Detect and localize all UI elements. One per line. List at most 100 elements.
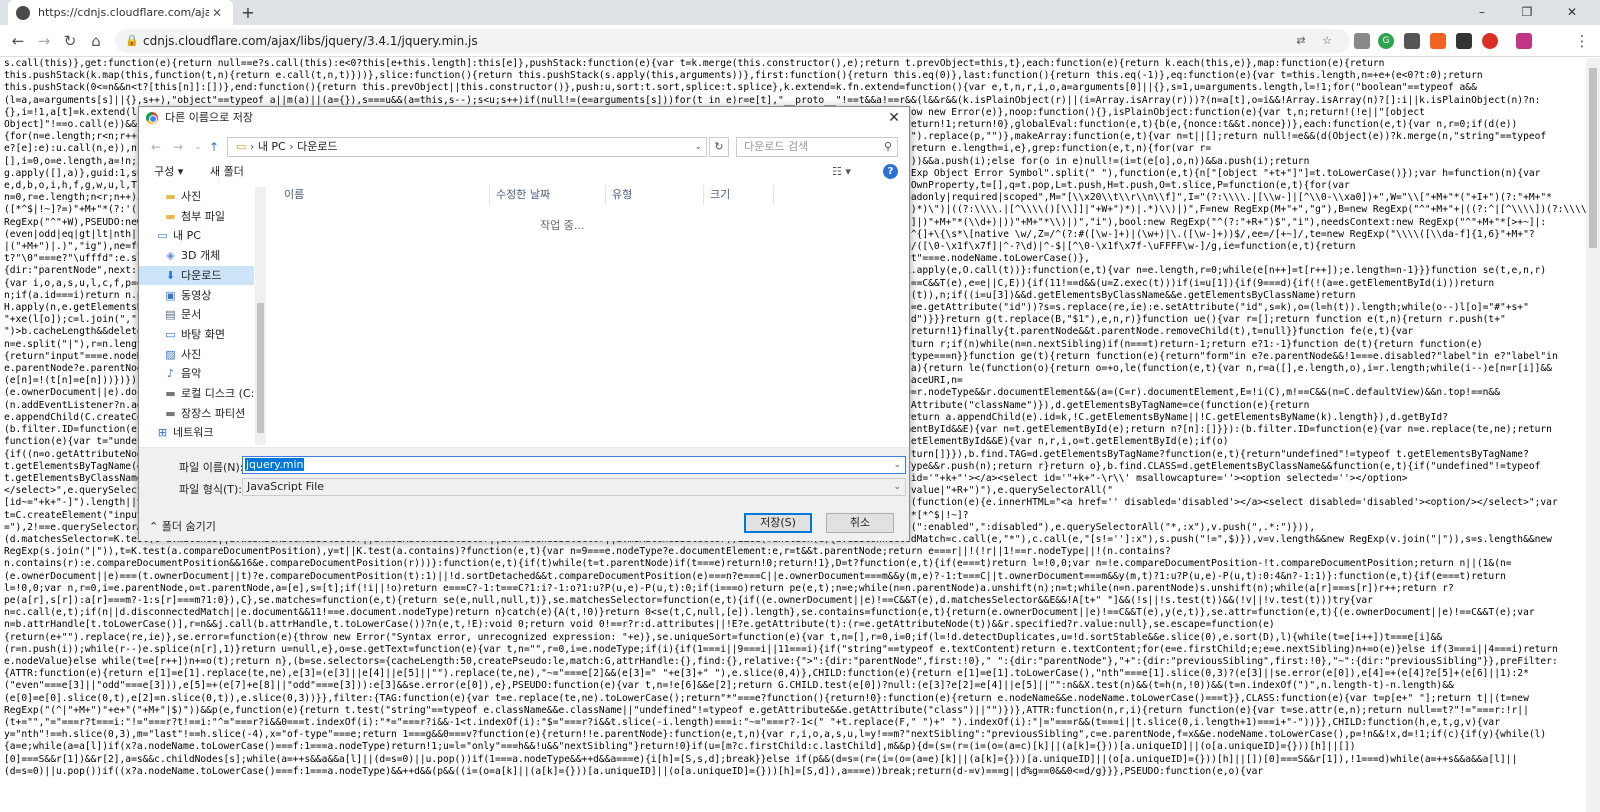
nav-item[interactable]: ▨ 사진 [139,345,254,364]
filetype-label: 파일 형식(T): [179,483,242,496]
restore-button[interactable]: ❐ [1505,0,1549,25]
refresh-icon[interactable]: ↻ [709,137,729,157]
pictures-icon: ▨ [165,347,176,361]
nav-item[interactable]: ♪ 음악 [139,364,254,383]
code-line: (e[0]=e[0].slice(0,t),e[2]=n.slice(0,t))… [4,692,1529,704]
help-icon[interactable]: ? [883,164,898,179]
back-icon[interactable]: ← [147,138,165,156]
breadcrumb-pc[interactable]: 내 PC [258,140,286,153]
navigation-scrollbar[interactable] [255,187,266,445]
chrome-icon [146,112,158,124]
navigation-pane: ▬ 사진 ▬ 첨부 파일 ▭ 내 PC ◈ 3D 개체 ⬇ 다운로드 ▣ 동영상 ▤ 문서 ▭ 바탕 화면 ▨ 사… [139,185,267,447]
grammarly-icon[interactable]: G [1378,33,1394,49]
code-line: this.pushStack(k.map(this,function(t,n){… [4,70,1483,82]
view-options-icon[interactable]: ☷ ▾ [832,164,851,180]
code-line: e.nodeValue}else while(t=e[r++])n+=o(t);… [4,655,1558,667]
extension-icon[interactable] [1516,33,1532,49]
forward-icon[interactable]: → [169,138,187,156]
chevron-down-icon[interactable]: ⌄ [893,479,901,495]
code-line: y="nth"!==h.slice(0,3),m="last"!==h.slic… [4,729,1547,741]
filename-value: jquery.min [245,458,305,471]
cancel-button[interactable]: 취소 [826,513,894,533]
save-as-dialog: 다른 이름으로 저장 ✕ ← → ⌄ ↑ ▭ › 내 PC › 다운로드 ⌄ ↻… [138,106,910,541]
nav-item[interactable]: ▬ 사진 [139,187,254,206]
tab-strip: https://cdnjs.cloudflare.com/ajax ✕ + – … [0,0,1600,25]
nav-item-label: 음악 [181,367,202,381]
nav-item[interactable]: ▭ 바탕 화면 [139,325,254,344]
extension-icon[interactable] [1354,33,1370,49]
nav-item[interactable]: ▬ 로컬 디스크 (C:) [139,384,254,403]
column-header-date[interactable]: 수정한 날짜 [490,185,606,205]
up-folder-icon[interactable]: ↑ [205,138,223,156]
code-line: (e.ownerDocument||e)===(t.ownerDocument|… [4,570,1506,582]
extension-icon[interactable] [1430,33,1446,49]
video-icon: ▣ [165,288,176,302]
dialog-title-bar: 다른 이름으로 저장 ✕ [139,107,909,129]
scrollbar-thumb[interactable] [257,303,264,433]
column-header-type[interactable]: 유형 [606,185,704,205]
search-icon: ⚲ [883,140,892,153]
nav-item-label: 로컬 디스크 (C:) [181,387,254,400]
code-line: {a=e;while(a=a[l])if(x?a.nodeName.toLowe… [4,741,1356,753]
column-header-name[interactable]: 이름 [278,185,490,205]
path-breadcrumb[interactable]: ▭ › 내 PC › 다운로드 ⌄ [227,137,707,157]
nav-item[interactable]: ⊞ 네트워크 [139,423,254,442]
nav-item-label: 사진 [181,190,202,203]
new-tab-button[interactable]: + [239,4,257,22]
extension-icon[interactable] [1456,33,1472,49]
network-icon: ⊞ [157,426,168,440]
reload-icon[interactable]: ↻ [60,31,80,51]
scrollbar-thumb[interactable] [1589,68,1597,248]
drive-icon: ▬ [165,387,176,400]
translate-icon[interactable]: ⇄ [1292,32,1310,50]
nav-item-label: 첨부 파일 [181,209,225,223]
dialog-address-bar: ← → ⌄ ↑ ▭ › 내 PC › 다운로드 ⌄ ↻ 다운로드 검색 ⚲ [139,135,909,159]
pc-icon: ▭ [157,229,168,243]
page-scrollbar[interactable] [1586,58,1600,812]
filename-field[interactable]: jquery.min ⌄ [242,456,906,474]
column-header-size[interactable]: 크기 [704,185,774,205]
extension-icon[interactable] [1482,33,1498,49]
nav-item[interactable]: ▭ 내 PC [139,226,254,245]
hide-folders-toggle[interactable]: ⌃ 폴더 숨기기 [149,518,216,534]
lock-icon: 🔒 [125,34,139,47]
filename-label: 파일 이름(N): [179,461,244,474]
minimize-button[interactable]: – [1460,0,1504,25]
nav-item[interactable]: ▣ 동영상 [139,286,254,305]
search-input[interactable]: 다운로드 검색 ⚲ [736,137,898,157]
bookmark-star-icon[interactable]: ☆ [1318,32,1336,50]
nav-item[interactable]: ▬ 첨부 파일 [139,207,254,226]
url-text: cdnjs.cloudflare.com/ajax/libs/jquery/3.… [143,34,478,48]
extension-icon[interactable] [1404,33,1420,49]
breadcrumb-downloads[interactable]: 다운로드 [297,140,337,153]
nav-item[interactable]: ▤ 문서 [139,305,254,324]
browser-toolbar: ← → ↻ ⌂ 🔒 cdnjs.cloudflare.com/ajax/libs… [0,25,1600,57]
window-close-button[interactable]: ✕ [1550,0,1594,25]
menu-icon[interactable]: ⋮ [1572,31,1592,51]
code-line: n=b.attrHandle[t.toLowerCase()],r=n&&j.c… [4,619,1275,631]
browser-tab[interactable]: https://cdnjs.cloudflare.com/ajax ✕ [8,0,233,25]
forward-icon[interactable]: → [34,31,54,51]
organize-button[interactable]: 구성 ▾ [154,164,183,180]
address-bar[interactable]: 🔒 cdnjs.cloudflare.com/ajax/libs/jquery/… [115,29,1350,53]
code-line: l=!0,0;var n,r=0,i=e.parentNode,o=t.pare… [4,582,1454,594]
command-bar: 구성 ▾ 새 폴더 ☷ ▾ ? [139,161,909,183]
filetype-select[interactable]: JavaScript File ⌄ [242,478,906,496]
home-icon[interactable]: ⌂ [86,31,106,51]
new-folder-button[interactable]: 새 폴더 [210,164,244,180]
code-line: {return(e+"").replace(re,ie)},se.error=f… [4,631,1443,643]
nav-item[interactable]: ⬇ 다운로드 [139,265,254,285]
back-icon[interactable]: ← [8,31,28,51]
filetype-value: JavaScript File [247,480,325,493]
nav-item[interactable]: ◈ 3D 개체 [139,246,254,265]
chevron-down-icon[interactable]: ⌄ [893,457,901,473]
chevron-down-icon[interactable]: ⌄ [694,138,702,156]
code-line: (d=s=0)||u.pop())if((x?a.nodeName.toLowe… [4,765,1264,777]
nav-item-label: 사진 [181,347,202,361]
code-line: (r=n.push(i));while(r--)e.splice(n[r],1)… [4,643,1558,655]
nav-item[interactable]: ▬ 장장스 파티션 [139,404,254,423]
tab-close-icon[interactable]: ✕ [209,6,225,20]
save-button[interactable]: 저장(S) [744,513,812,533]
dialog-close-icon[interactable]: ✕ [885,108,903,128]
code-line: RegExp(s.join("|")),t=K.test(a.compareDo… [4,546,1171,558]
